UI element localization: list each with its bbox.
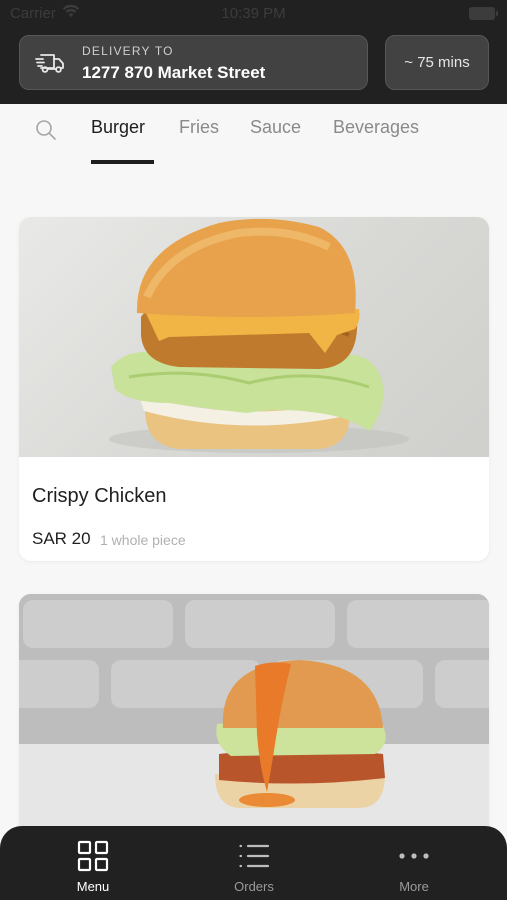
product-name: Crispy Chicken [32,485,167,507]
clock: 10:39 PM [221,5,286,22]
list-icon [239,844,270,868]
product-image [19,594,489,854]
product-portion: 1 whole piece [100,532,186,548]
active-tab-indicator [91,160,154,164]
nav-more[interactable]: More [354,826,474,900]
category-tabs: Burger Fries Sauce Beverages [0,104,507,170]
nav-more-label: More [399,879,429,894]
nav-menu-label: Menu [76,879,110,894]
battery-icon [469,7,498,20]
nav-menu[interactable]: Menu [33,826,153,900]
bottom-nav: Menu Orders More [0,826,507,900]
delivery-address-button[interactable]: DELIVERY TO 1277 870 Market Street [19,35,368,90]
delivery-truck-icon [35,54,64,73]
tab-fries[interactable]: Fries [179,117,219,138]
product-card[interactable] [19,594,489,854]
product-price: SAR 20 [32,529,91,548]
delivery-address: 1277 870 Market Street [82,63,266,82]
more-dots-icon [399,853,429,859]
nav-orders[interactable]: Orders [194,826,314,900]
tab-beverages[interactable]: Beverages [333,117,419,138]
status-bar: Carrier 10:39 PM [0,0,507,28]
product-image [19,217,489,457]
eta-button[interactable]: ~ 75 mins [385,35,489,90]
delivery-label: DELIVERY TO [82,44,174,58]
tab-burger[interactable]: Burger [91,117,145,138]
burger-illustration [19,594,489,854]
burger-illustration [109,218,409,453]
tab-sauce[interactable]: Sauce [250,117,301,138]
grid-icon [77,840,109,872]
product-card[interactable]: Crispy Chicken SAR 20 1 whole piece [19,217,489,561]
top-bar: Carrier 10:39 PM DELIVERY TO 1277 870 Ma… [0,0,507,104]
nav-orders-label: Orders [234,879,274,894]
search-icon[interactable] [34,118,58,142]
